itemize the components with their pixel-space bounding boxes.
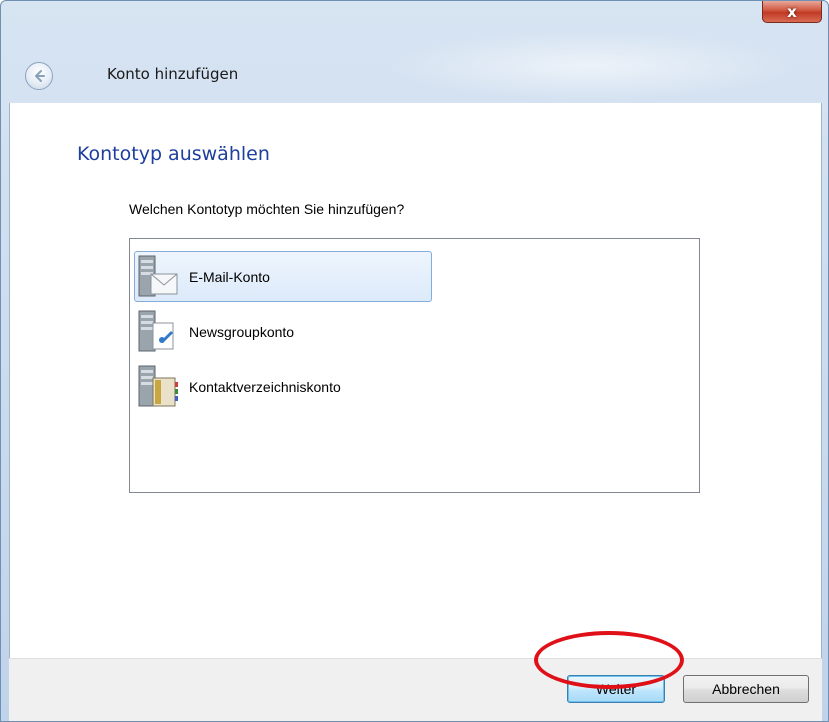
list-item-label: E-Mail-Konto (189, 268, 270, 285)
window-title: Konto hinzufügen (107, 65, 239, 83)
page-title: Kontotyp auswählen (77, 143, 270, 165)
next-button[interactable]: Weiter (567, 675, 665, 703)
newsgroup-server-icon (137, 309, 181, 355)
account-type-list[interactable]: E-Mail-Konto Newsgroupkonto Kontaktverze… (129, 238, 700, 493)
dialog-window: x Konto hinzufügen Kontotyp auswählen We… (0, 0, 829, 722)
cancel-button[interactable]: Abbrechen (683, 675, 809, 703)
content-panel: Kontotyp auswählen Welchen Kontotyp möch… (9, 103, 822, 658)
titlebar-glow (381, 31, 801, 101)
directory-server-icon (137, 364, 181, 410)
list-item-directory-account[interactable]: Kontaktverzeichniskonto (134, 361, 432, 412)
back-button[interactable] (25, 62, 53, 90)
button-bar: Weiter Abbrechen (9, 658, 822, 721)
list-item-label: Newsgroupkonto (189, 323, 295, 340)
list-item-email-account[interactable]: E-Mail-Konto (134, 251, 432, 302)
list-item-newsgroup-account[interactable]: Newsgroupkonto (134, 306, 432, 357)
close-icon: x (787, 2, 797, 21)
back-arrow-icon (35, 70, 45, 82)
email-server-icon (137, 254, 181, 300)
close-button[interactable]: x (762, 1, 822, 23)
list-item-label: Kontaktverzeichniskonto (189, 378, 341, 395)
question-label: Welchen Kontotyp möchten Sie hinzufügen? (129, 201, 405, 217)
